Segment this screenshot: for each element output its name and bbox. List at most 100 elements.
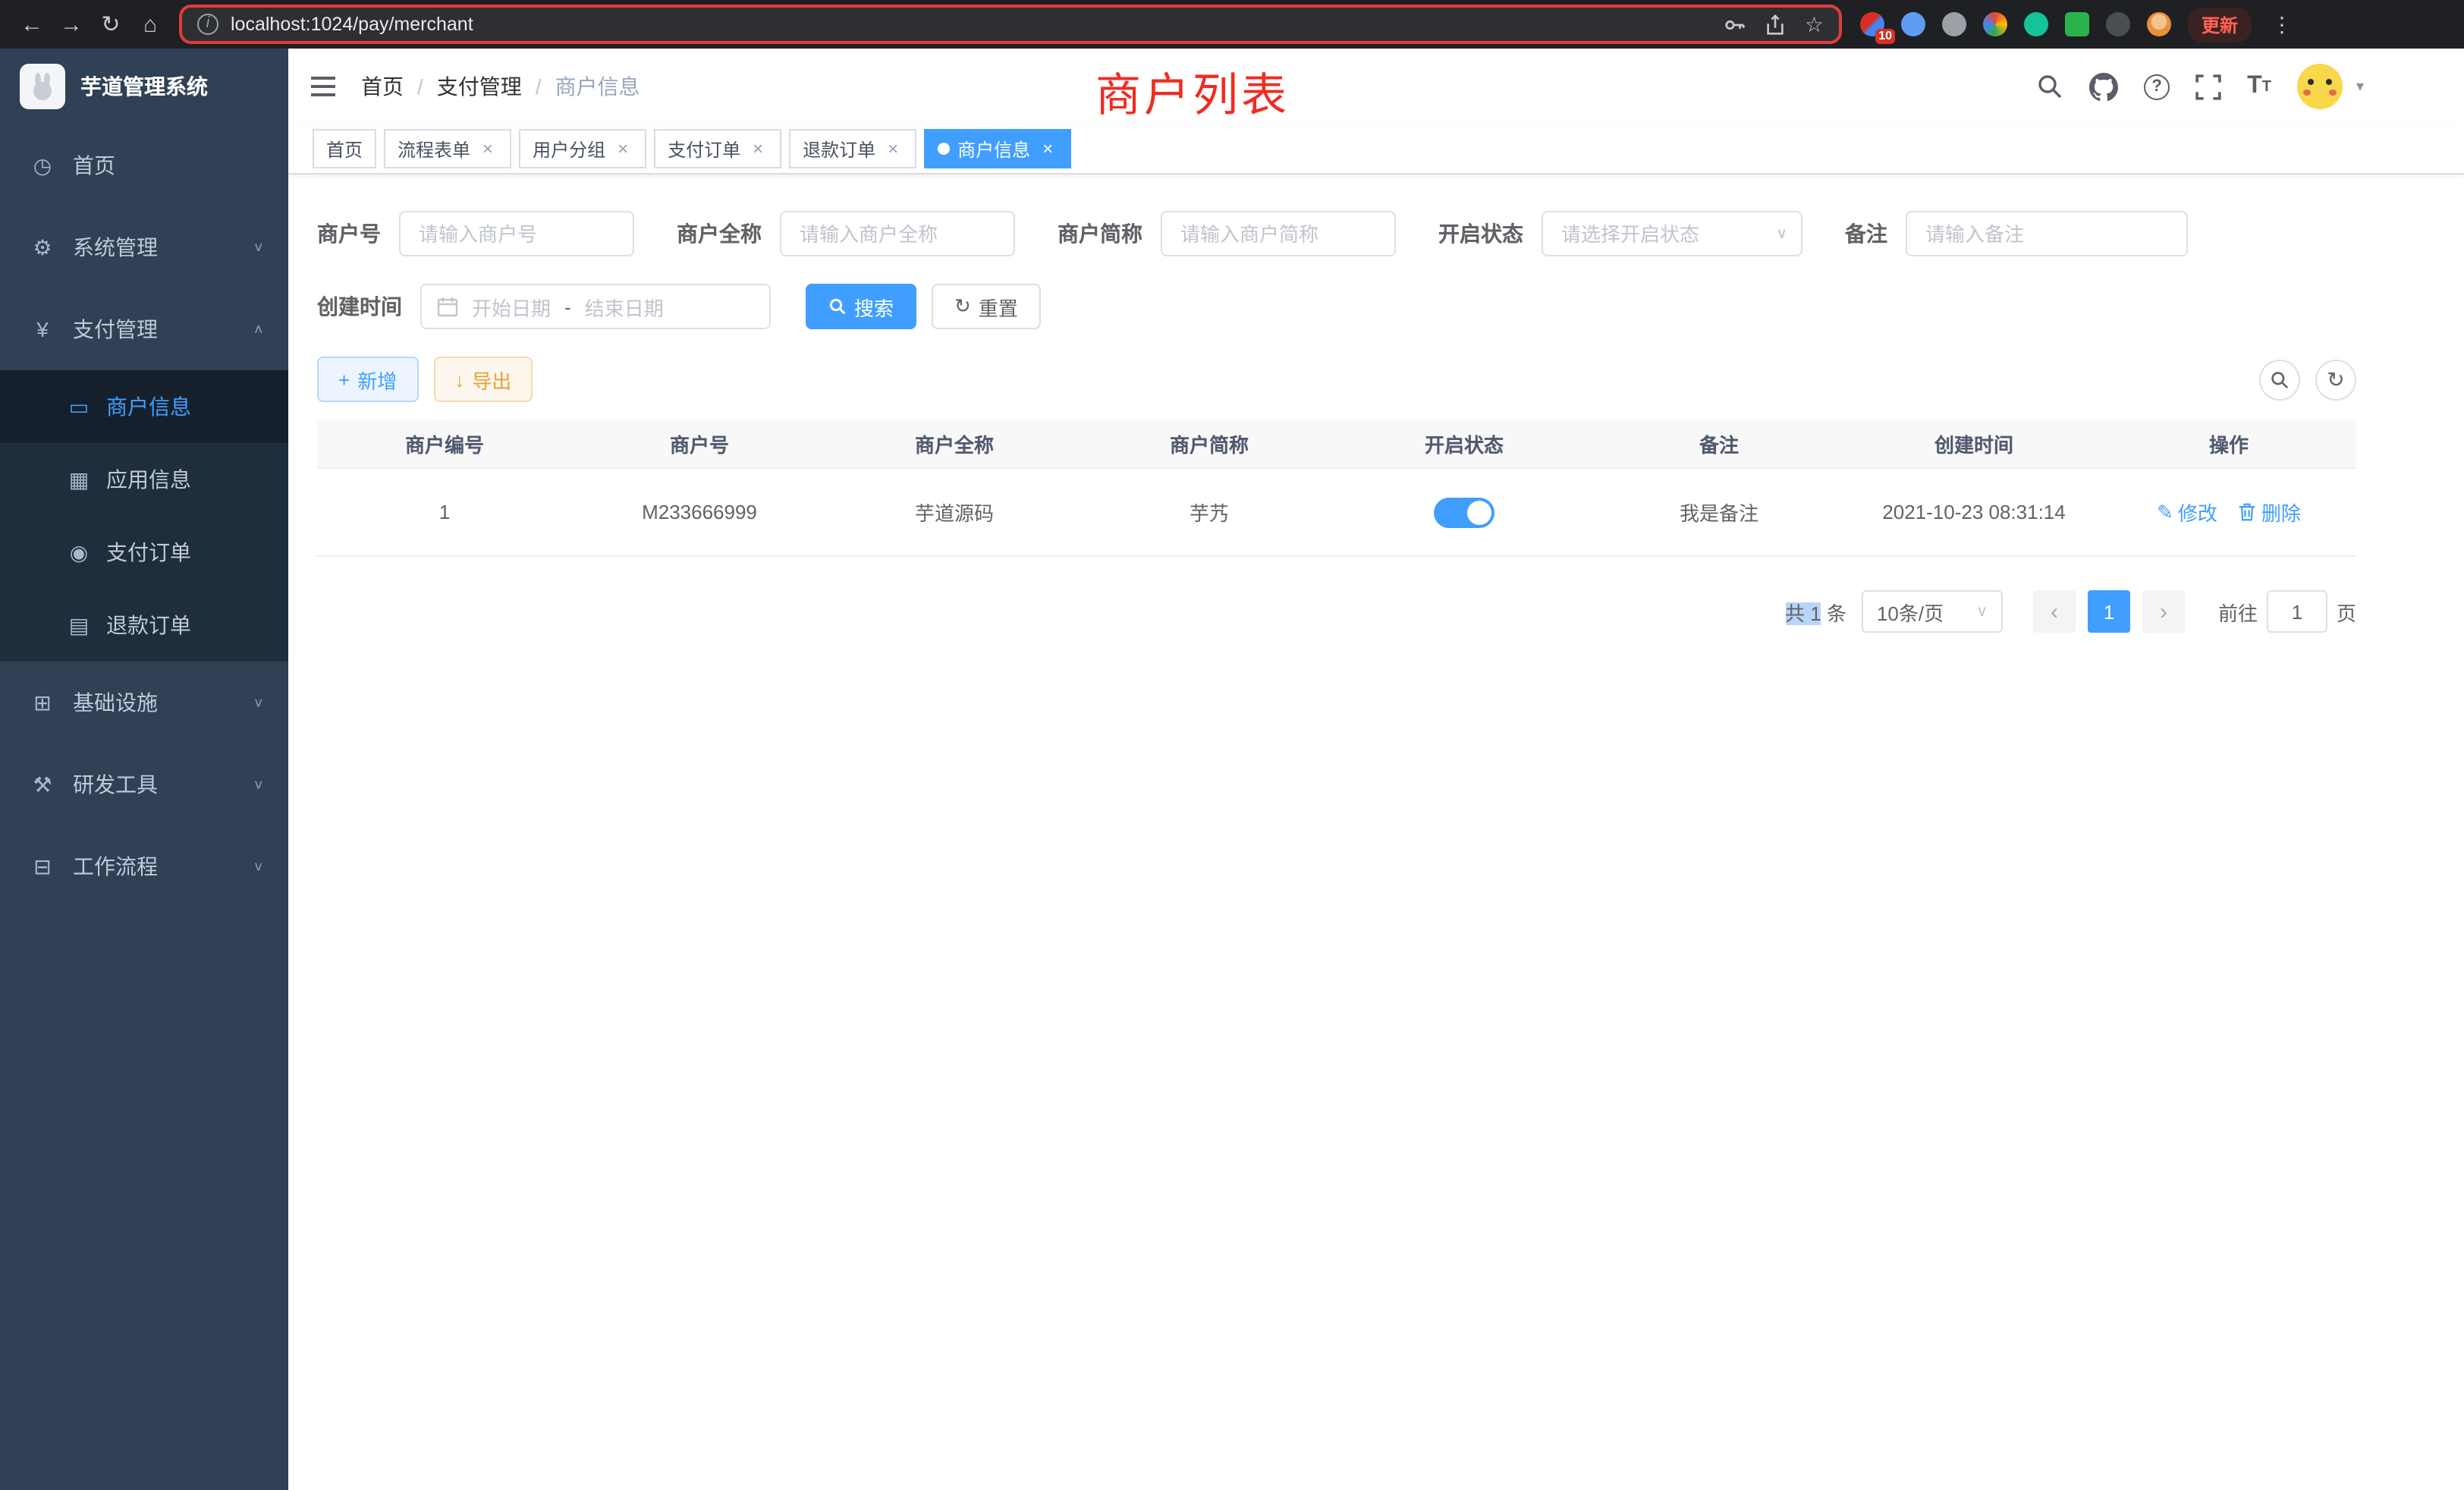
sidebar-item-merchant-info[interactable]: ▭ 商户信息 (0, 370, 288, 443)
tab-refund-orders[interactable]: 退款订单 × (789, 129, 916, 168)
remark-input[interactable] (1906, 211, 2188, 256)
back-icon[interactable]: ← (12, 11, 52, 37)
extension-icon-4[interactable] (1983, 12, 2007, 36)
page-size-select[interactable]: 10条/页 ∨ (1862, 590, 2003, 633)
tags-view-bar: 首页 流程表单 × 用户分组 × 支付订单 × 退款订单 × (288, 124, 2464, 174)
reload-icon[interactable]: ↻ (91, 11, 130, 38)
date-start-placeholder: 开始日期 (472, 292, 551, 321)
col-status: 开启状态 (1337, 429, 1592, 458)
close-icon[interactable]: × (748, 138, 768, 159)
refresh-icon: ↻ (954, 294, 971, 319)
browser-update-button[interactable]: 更新 (2188, 7, 2252, 42)
cell-merchant-id: 1 (317, 501, 572, 523)
sidebar-item-app-info[interactable]: ▦ 应用信息 (0, 443, 288, 516)
short-name-label: 商户简称 (1058, 218, 1142, 249)
edit-button[interactable]: ✎ 修改 (2157, 498, 2217, 527)
status-select[interactable] (1542, 211, 1802, 256)
sidebar-item-refund-orders[interactable]: ▤ 退款订单 (0, 589, 288, 662)
goto-page-input[interactable] (2267, 590, 2327, 633)
refresh-icon: ↻ (2327, 366, 2344, 392)
extension-icon-3[interactable] (1942, 12, 1966, 36)
chevron-down-icon: ∨ (253, 696, 264, 710)
plus-icon: + (338, 368, 350, 391)
export-button[interactable]: ↓ 导出 (433, 357, 533, 402)
fullscreen-icon[interactable] (2195, 74, 2221, 99)
sidebar-item-system[interactable]: ⚙ 系统管理 ∨ (0, 206, 288, 288)
url-bar[interactable]: i localhost:1024/pay/merchant ☆ (179, 5, 1842, 44)
extension-icon-7[interactable] (2106, 12, 2130, 36)
full-name-input[interactable] (780, 211, 1015, 256)
extension-icon-1[interactable]: 10 (1860, 12, 1884, 36)
col-merchant-no: 商户号 (572, 429, 827, 458)
search-button[interactable]: 搜索 (806, 284, 916, 329)
chevron-down-icon: ∨ (253, 240, 264, 255)
col-merchant-id: 商户编号 (317, 429, 572, 458)
toggle-search-button[interactable] (2259, 359, 2300, 400)
share-icon[interactable] (1765, 13, 1787, 36)
status-toggle[interactable] (1434, 497, 1494, 527)
reset-button[interactable]: ↻ 重置 (932, 284, 1041, 329)
col-actions: 操作 (2101, 429, 2356, 458)
refresh-table-button[interactable]: ↻ (2315, 359, 2356, 400)
help-icon[interactable]: ? (2144, 74, 2170, 99)
date-range-picker[interactable]: 开始日期 - 结束日期 (420, 284, 771, 329)
full-name-label: 商户全称 (677, 218, 762, 249)
delete-button[interactable]: 删除 (2239, 498, 2301, 527)
password-key-icon[interactable] (1724, 13, 1747, 36)
extension-icon-2[interactable] (1901, 12, 1925, 36)
next-page-button[interactable]: › (2142, 590, 2185, 633)
breadcrumb-item-current: 商户信息 (555, 71, 640, 102)
sidebar-menu: ◷ 首页 ⚙ 系统管理 ∨ ¥ 支付管理 ∧ ▭ 商户信息 (0, 124, 288, 1490)
breadcrumb-item-home[interactable]: 首页 (361, 71, 404, 102)
add-button[interactable]: + 新增 (317, 357, 418, 402)
active-dot (938, 143, 950, 155)
home-icon[interactable]: ⌂ (130, 11, 170, 37)
sidebar-item-label: 支付管理 (73, 314, 158, 344)
site-info-icon[interactable]: i (197, 14, 218, 35)
search-icon (828, 297, 847, 316)
yen-icon: ¥ (30, 317, 55, 341)
browser-menu-icon[interactable]: ⋮ (2268, 11, 2296, 37)
close-icon[interactable]: × (478, 138, 498, 159)
tab-home[interactable]: 首页 (313, 129, 376, 168)
sidebar-item-workflow[interactable]: ⊟ 工作流程 ∨ (0, 825, 288, 907)
sidebar-item-infrastructure[interactable]: ⊞ 基础设施 ∨ (0, 662, 288, 743)
user-avatar[interactable] (2297, 64, 2343, 109)
close-icon[interactable]: × (883, 138, 903, 159)
hamburger-icon[interactable] (310, 74, 337, 99)
bookmark-star-icon[interactable]: ☆ (1805, 11, 1824, 37)
app-logo (20, 64, 65, 109)
sidebar-item-pay-orders[interactable]: ◉ 支付订单 (0, 516, 288, 589)
profile-avatar-icon[interactable] (2147, 12, 2171, 36)
cell-merchant-no: M233666999 (572, 501, 827, 523)
close-icon[interactable]: × (1038, 138, 1058, 159)
breadcrumb: 首页 / 支付管理 / 商户信息 (361, 71, 640, 102)
tab-process-form[interactable]: 流程表单 × (384, 129, 511, 168)
close-icon[interactable]: × (613, 138, 633, 159)
font-size-icon[interactable]: TT (2247, 73, 2271, 100)
caret-down-icon[interactable]: ▾ (2356, 78, 2364, 95)
extension-icon-5[interactable] (2024, 12, 2048, 36)
tab-pay-orders[interactable]: 支付订单 × (654, 129, 781, 168)
search-icon[interactable] (2036, 73, 2063, 100)
main-area: 首页 / 支付管理 / 商户信息 (288, 49, 2464, 1490)
merchant-no-input[interactable] (399, 211, 634, 256)
url-text[interactable]: localhost:1024/pay/merchant (231, 14, 1712, 35)
date-separator: - (564, 295, 571, 318)
tab-merchant-info[interactable]: 商户信息 × (924, 129, 1071, 168)
extension-icon-6[interactable] (2065, 12, 2089, 36)
prev-page-button[interactable]: ‹ (2033, 590, 2076, 633)
short-name-input[interactable] (1161, 211, 1396, 256)
page-1-button[interactable]: 1 (2088, 590, 2130, 633)
sidebar-item-payment[interactable]: ¥ 支付管理 ∧ (0, 288, 288, 370)
app-logo-row[interactable]: 芋道管理系统 (0, 49, 288, 124)
tab-user-group[interactable]: 用户分组 × (519, 129, 646, 168)
col-full-name: 商户全称 (827, 429, 1082, 458)
breadcrumb-item-payment[interactable]: 支付管理 (437, 71, 522, 102)
sidebar-item-home[interactable]: ◷ 首页 (0, 124, 288, 206)
github-icon[interactable] (2089, 72, 2118, 101)
sidebar-item-dev-tools[interactable]: ⚒ 研发工具 ∨ (0, 743, 288, 825)
sidebar-item-label: 退款订单 (106, 610, 191, 640)
record-icon: ◉ (67, 539, 91, 565)
forward-icon[interactable]: → (52, 11, 91, 37)
